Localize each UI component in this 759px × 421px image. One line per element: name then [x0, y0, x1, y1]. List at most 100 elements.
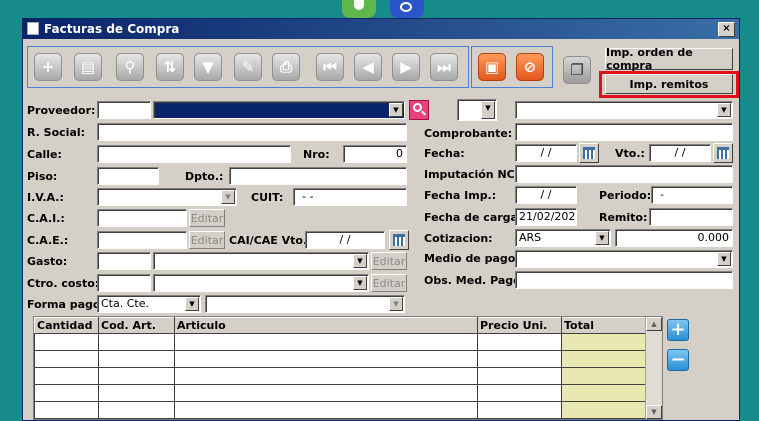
desktop-app-icon[interactable]	[342, 0, 376, 18]
imputacion-nc-input[interactable]	[515, 165, 733, 183]
print-icon[interactable]: ⎙	[272, 53, 300, 81]
table-header-row: Cantidad Cod. Art. Articulo Precio Uni. …	[34, 317, 648, 334]
chevron-down-icon[interactable]: ▼	[353, 254, 367, 268]
table-row[interactable]	[34, 350, 648, 368]
search-proveedor-icon[interactable]	[409, 100, 429, 120]
add-row-icon[interactable]: +	[667, 319, 689, 341]
calendar-icon[interactable]	[579, 143, 599, 163]
nro-input[interactable]: 0	[343, 145, 407, 163]
r-social-input[interactable]	[97, 123, 407, 141]
fecha-imp-input[interactable]: / /	[515, 186, 577, 204]
ctro-costo-editar-button[interactable]: Editar	[371, 274, 407, 292]
calendar-icon[interactable]	[389, 230, 409, 250]
r-social-label: R. Social:	[27, 126, 86, 139]
search-icon[interactable]: ⚲	[116, 53, 144, 81]
cuit-input[interactable]: - -	[293, 188, 407, 206]
gasto-editar-button[interactable]: Editar	[371, 252, 407, 270]
moneda-select[interactable]: ARS ▼	[515, 229, 611, 247]
nro-label: Nro:	[303, 148, 330, 161]
cai-input[interactable]	[97, 209, 187, 227]
periodo-label: Periodo:	[599, 189, 652, 202]
table-row[interactable]	[34, 384, 648, 402]
chevron-down-icon[interactable]: ▼	[717, 252, 731, 266]
add-icon[interactable]: +	[34, 53, 62, 81]
calendar-icon[interactable]	[713, 143, 733, 163]
fecha-carga-label: Fecha de carga:	[424, 211, 523, 224]
edit-icon[interactable]: ✎	[234, 53, 262, 81]
fecha-input[interactable]: / /	[515, 144, 577, 162]
cuit-label: CUIT:	[251, 191, 284, 204]
remito-input[interactable]	[649, 208, 733, 226]
chevron-down-icon[interactable]: ▼	[595, 231, 609, 245]
table-row[interactable]	[34, 401, 648, 419]
calle-label: Calle:	[27, 148, 62, 161]
ctro-costo-label: Ctro. costo:	[27, 277, 100, 290]
iva-select[interactable]: ▼	[97, 188, 237, 206]
filter-icon[interactable]: ▼	[194, 53, 222, 81]
desktop-browser-icon[interactable]	[390, 0, 424, 18]
sort-icon[interactable]: ⇅	[156, 53, 184, 81]
chevron-down-icon[interactable]: ▼	[389, 297, 403, 311]
imp-orden-compra-button[interactable]: Imp. orden de compra	[605, 46, 733, 72]
copy-icon[interactable]: ❐	[563, 56, 591, 84]
ctro-costo-code-input[interactable]	[97, 274, 151, 292]
dpto-input[interactable]	[229, 167, 407, 185]
fecha-carga-input[interactable]: 21/02/2024	[515, 208, 577, 226]
ctro-costo-select[interactable]: ▼	[153, 274, 369, 292]
col-cod-art-header[interactable]: Cod. Art.	[98, 317, 175, 334]
gasto-select[interactable]: ▼	[153, 252, 369, 270]
periodo-input[interactable]: -	[651, 186, 733, 204]
forma-pago-select[interactable]: Cta. Cte. ▼	[97, 295, 201, 313]
vto-input[interactable]: / /	[649, 144, 711, 162]
close-button[interactable]: ×	[718, 22, 735, 37]
comprobante-input[interactable]	[515, 123, 733, 141]
scroll-down-icon[interactable]: ▼	[646, 405, 662, 419]
gasto-code-input[interactable]	[97, 252, 151, 270]
col-precio-uni-header[interactable]: Precio Uni.	[477, 317, 562, 334]
save-icon[interactable]: ▣	[478, 53, 506, 81]
proveedor-code-input[interactable]	[97, 101, 151, 119]
chevron-down-icon[interactable]: ▼	[389, 103, 403, 117]
last-icon[interactable]: ⏭	[430, 53, 458, 81]
gasto-label: Gasto:	[27, 255, 68, 268]
comprobante-type-select[interactable]: ▼	[457, 99, 497, 121]
obs-med-pago-input[interactable]	[515, 271, 733, 289]
table-row[interactable]	[34, 367, 648, 385]
cae-editar-button[interactable]: Editar	[189, 231, 225, 249]
cae-input[interactable]	[97, 231, 187, 249]
piso-label: Piso:	[27, 170, 58, 183]
prev-icon[interactable]: ◀	[354, 53, 382, 81]
grid-scrollbar[interactable]: ▲ ▼	[645, 317, 662, 419]
piso-input[interactable]	[97, 167, 159, 185]
cotizacion-input[interactable]: 0.000	[615, 229, 733, 247]
col-articulo-header[interactable]: Articulo	[174, 317, 478, 334]
cai-cae-vto-input[interactable]: / /	[305, 231, 385, 249]
chevron-down-icon[interactable]: ▼	[353, 276, 367, 290]
chevron-down-icon[interactable]: ▼	[221, 190, 235, 204]
forma-pago-detail-select[interactable]: ▼	[205, 295, 405, 313]
chevron-down-icon[interactable]: ▼	[185, 297, 199, 311]
col-total-header[interactable]: Total	[561, 317, 648, 334]
items-table: Cantidad Cod. Art. Articulo Precio Uni. …	[34, 317, 648, 419]
cancel-icon[interactable]: ⊘	[516, 53, 544, 81]
document-icon[interactable]: ▤	[74, 53, 102, 81]
next-icon[interactable]: ▶	[392, 53, 420, 81]
cae-label: C.A.E.:	[27, 234, 69, 247]
table-row[interactable]	[34, 333, 648, 351]
comprobante-type-detail-select[interactable]: ▼	[515, 101, 733, 119]
remove-row-icon[interactable]: −	[667, 349, 689, 371]
chevron-down-icon[interactable]: ▼	[481, 101, 495, 119]
chevron-down-icon[interactable]: ▼	[717, 103, 731, 117]
imp-remitos-button[interactable]: Imp. remitos	[605, 74, 733, 94]
dpto-label: Dpto.:	[185, 170, 224, 183]
calle-input[interactable]	[97, 145, 291, 163]
scroll-up-icon[interactable]: ▲	[646, 317, 662, 331]
medio-pago-select[interactable]: ▼	[515, 250, 733, 268]
first-icon[interactable]: ⏮	[316, 53, 344, 81]
items-grid: Cantidad Cod. Art. Articulo Precio Uni. …	[33, 316, 663, 420]
facturas-compra-window: Facturas de Compra × + ▤ ⚲ ⇅ ▼ ✎ ⎙ ⏮ ◀ ▶…	[22, 18, 740, 421]
forma-pago-value: Cta. Cte.	[101, 297, 149, 310]
col-cantidad-header[interactable]: Cantidad	[34, 317, 99, 334]
cai-editar-button[interactable]: Editar	[189, 209, 225, 227]
proveedor-select[interactable]: ▼	[153, 101, 405, 119]
